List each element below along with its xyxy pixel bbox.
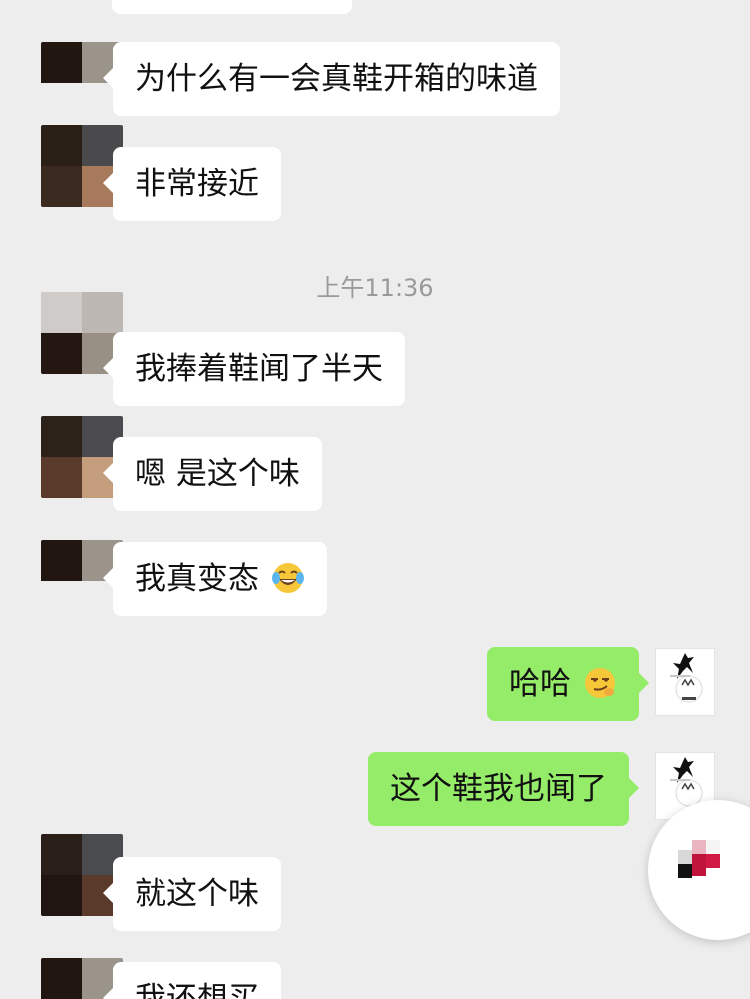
message-bubble-sent[interactable]: 哈哈	[487, 647, 649, 721]
message-bubble-received[interactable]: 我捧着鞋闻了半天	[103, 332, 405, 406]
message-text: 我捧着鞋闻了半天	[135, 351, 383, 387]
smirk-icon	[583, 666, 617, 700]
floating-window-thumbnail-part	[678, 864, 692, 878]
jumpman-logo-icon	[656, 649, 714, 715]
contact-avatar[interactable]	[41, 125, 123, 207]
tears-of-joy-icon	[271, 561, 305, 595]
message-text: 就这个味	[135, 876, 259, 912]
contact-avatar[interactable]	[41, 834, 123, 916]
floating-window-thumbnail-part	[692, 868, 706, 876]
message-bubble-received[interactable]: 嗯 是这个味	[103, 437, 322, 511]
message-text: 我还想买	[135, 981, 259, 999]
floating-window-button[interactable]	[648, 800, 750, 940]
message-text: 这个鞋我也闻了	[390, 771, 607, 807]
message-bubble-received[interactable]: 为什么有一会真鞋开箱的味道	[103, 42, 560, 116]
chat-window[interactable]: 为什么有一会真鞋开箱的味道 非常接近 上午11:36 我捧着鞋闻了半天 嗯 是这…	[0, 0, 750, 999]
message-text: 哈哈	[509, 666, 571, 702]
message-bubble-received[interactable]: 非常接近	[103, 147, 281, 221]
my-avatar[interactable]	[655, 648, 715, 716]
floating-window-thumbnail-part	[706, 840, 720, 854]
message-bubble-sent[interactable]: 这个鞋我也闻了	[368, 752, 639, 826]
floating-window-thumbnail-part	[692, 854, 706, 868]
message-text: 我真变态	[135, 561, 259, 597]
floating-window-thumbnail-part	[706, 854, 720, 868]
message-bubble-received[interactable]: 我还想买	[103, 962, 281, 999]
contact-avatar[interactable]	[41, 416, 123, 498]
message-bubble-received[interactable]: 就这个味	[103, 857, 281, 931]
message-text: 为什么有一会真鞋开箱的味道	[135, 61, 538, 97]
message-bubble-received[interactable]: 我真变态	[103, 542, 327, 616]
message-text: 嗯 是这个味	[135, 456, 300, 492]
message-text: 非常接近	[135, 166, 259, 202]
floating-window-thumbnail	[678, 850, 692, 864]
message-bubble-partial-top[interactable]	[112, 0, 352, 14]
floating-window-thumbnail-part	[692, 840, 706, 854]
